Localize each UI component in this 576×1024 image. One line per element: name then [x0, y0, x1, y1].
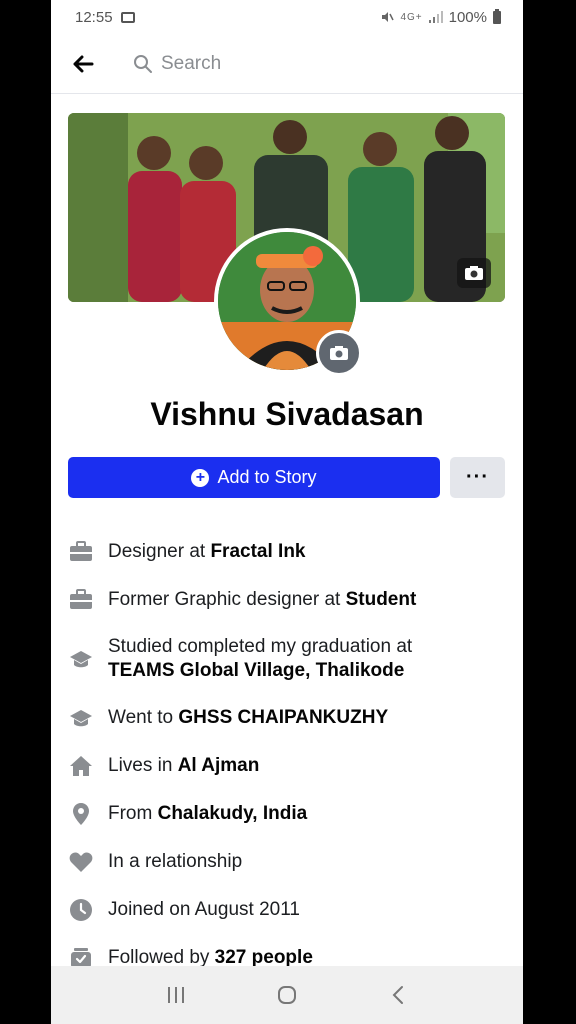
detail-joined[interactable]: Joined on August 2011: [68, 886, 508, 934]
home-icon: [68, 753, 94, 779]
phone-screen: 12:55 4G+ 100% Search Vishnu Sivadasan +…: [51, 0, 523, 1024]
detail-text: From Chalakudy, India: [108, 803, 308, 824]
mute-icon: [382, 12, 395, 22]
recent-apps-button[interactable]: [156, 975, 196, 1015]
status-time: 12:55: [75, 8, 113, 26]
detail-hometown[interactable]: From Chalakudy, India: [68, 790, 508, 838]
back-chevron-icon: [392, 986, 403, 1004]
plus-circle-icon: +: [191, 468, 210, 487]
detail-text: Went to GHSS CHAIPANKUZHY: [108, 707, 389, 728]
edit-cover-button[interactable]: [457, 258, 491, 288]
search-box[interactable]: [115, 44, 501, 84]
battery-percent: 100%: [448, 8, 487, 26]
more-options-button[interactable]: ···: [450, 457, 505, 498]
detail-text: Former Graphic designer at Student: [108, 589, 417, 610]
back-arrow-icon: [73, 55, 94, 72]
edit-profile-picture-button[interactable]: [316, 330, 362, 376]
detail-school[interactable]: Went to GHSS CHAIPANKUZHY: [68, 694, 508, 742]
battery-icon: [493, 8, 501, 24]
profile-name: Vishnu Sivadasan: [150, 396, 424, 432]
detail-text: Studied completed my graduation at TEAMS …: [108, 636, 413, 681]
camera-icon: [330, 346, 348, 360]
detail-college[interactable]: Studied completed my graduation at TEAMS …: [68, 624, 508, 694]
top-bar: [51, 34, 523, 94]
detail-work[interactable]: Designer at Fractal Ink: [68, 528, 508, 576]
briefcase-icon: [68, 539, 94, 565]
back-button[interactable]: [51, 34, 115, 94]
system-nav-bar: [51, 966, 523, 1024]
location-pin-icon: [68, 801, 94, 827]
more-options-icon: ···: [466, 466, 489, 488]
detail-relationship[interactable]: In a relationship: [68, 838, 508, 886]
detail-text: Designer at Fractal Ink: [108, 541, 306, 562]
search-input[interactable]: [161, 52, 441, 75]
detail-lives-in[interactable]: Lives in Al Ajman: [68, 742, 508, 790]
network-type: 4G+: [400, 11, 423, 23]
recent-apps-icon: [168, 987, 185, 1003]
signal-icon: [428, 11, 443, 23]
briefcase-icon: [68, 587, 94, 613]
system-back-button[interactable]: [378, 975, 418, 1015]
clock-icon: [68, 897, 94, 923]
detail-text: In a relationship: [108, 851, 243, 872]
search-icon: [134, 54, 152, 73]
home-button[interactable]: [267, 975, 307, 1015]
add-to-story-button[interactable]: + Add to Story: [68, 457, 440, 498]
graduation-cap-icon: [68, 646, 94, 672]
add-to-story-label: Add to Story: [217, 467, 317, 487]
status-bar: 12:55 4G+ 100%: [51, 0, 523, 34]
graduation-cap-icon: [68, 705, 94, 731]
home-circle-icon: [277, 986, 296, 1004]
detail-text: Joined on August 2011: [108, 899, 300, 920]
detail-former-work[interactable]: Former Graphic designer at Student: [68, 576, 508, 624]
gallery-notification-icon: [120, 11, 135, 23]
camera-icon: [465, 266, 483, 280]
heart-icon: [68, 849, 94, 875]
status-right: 4G+ 100%: [380, 8, 501, 26]
profile-details: Designer at Fractal Ink Former Graphic d…: [68, 528, 508, 982]
detail-text: Lives in Al Ajman: [108, 755, 260, 776]
